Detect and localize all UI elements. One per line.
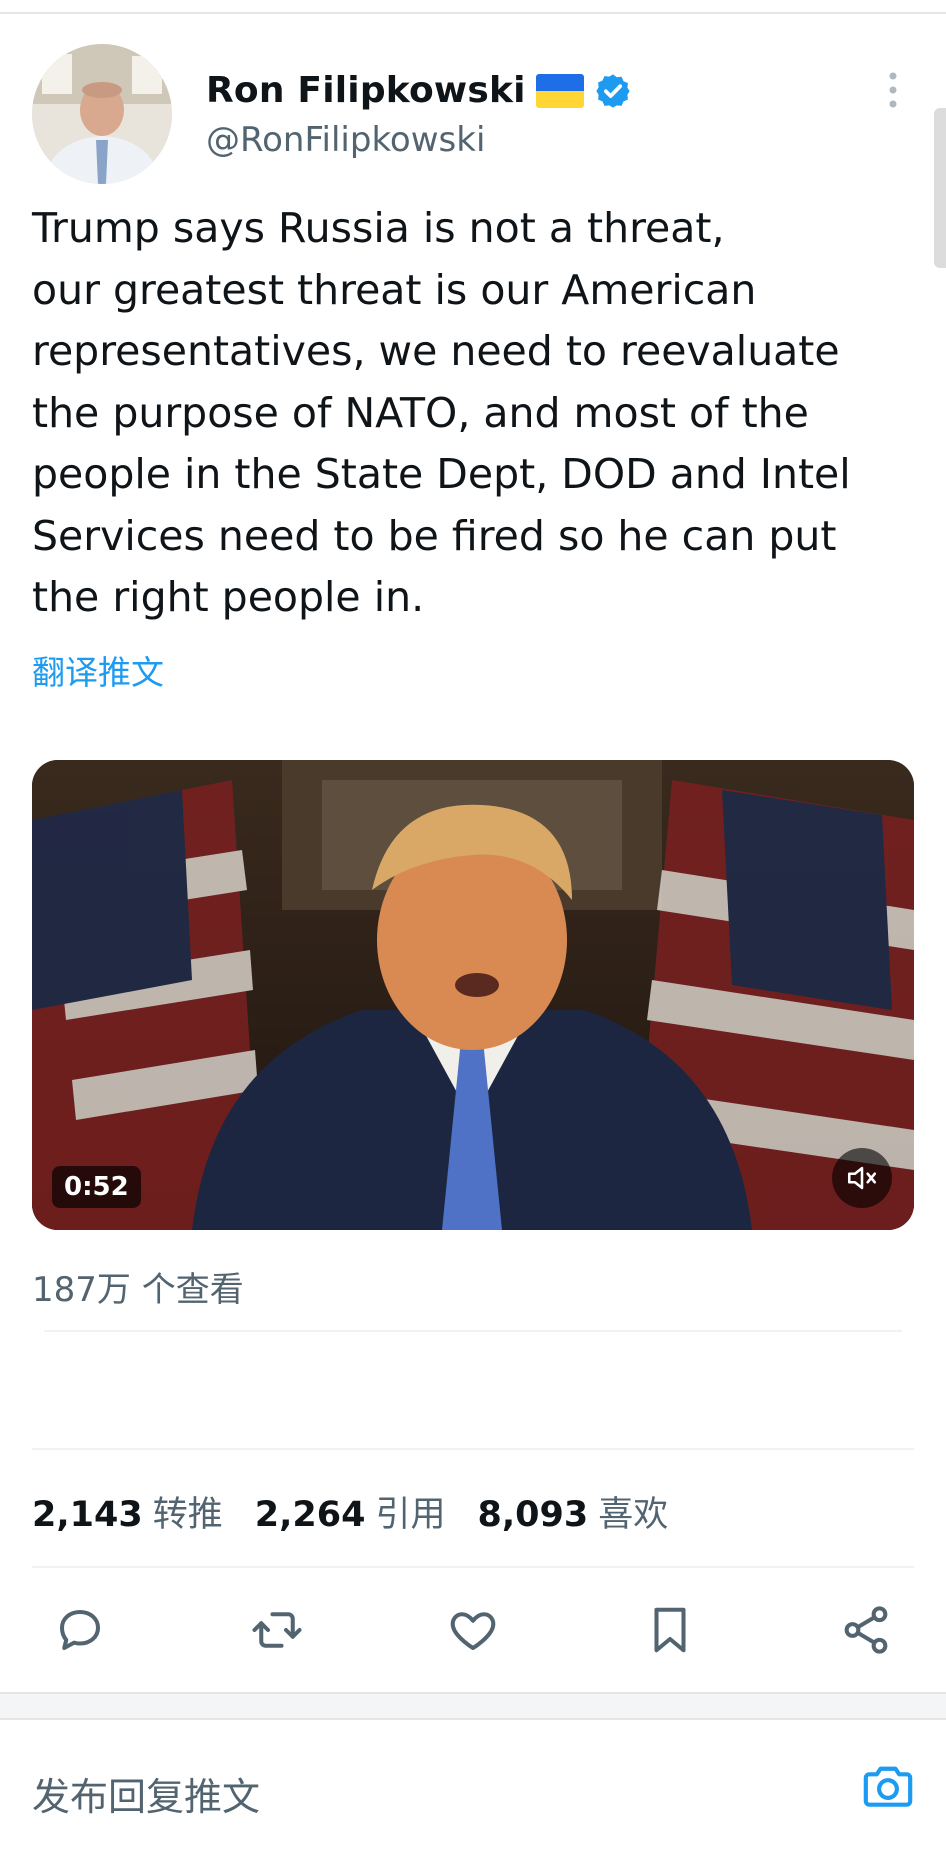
quotes-label: 引用 bbox=[375, 1495, 446, 1535]
likes-count: 8,093 bbox=[477, 1495, 589, 1535]
section-separator bbox=[0, 1692, 946, 1720]
engagement-stats: 2,143 转推 2,264 引用 8,093 喜欢 bbox=[32, 1486, 668, 1537]
divider bbox=[32, 1566, 914, 1568]
camera-icon[interactable] bbox=[860, 1758, 916, 1814]
retweets-label: 转推 bbox=[152, 1495, 223, 1535]
divider bbox=[32, 1448, 914, 1450]
retweets-count: 2,143 bbox=[32, 1495, 143, 1535]
muted-speaker-icon bbox=[847, 1166, 877, 1190]
view-count: 187万 个查看 bbox=[32, 1270, 244, 1310]
tweet-text: Trump says Russia is not a threat, our g… bbox=[32, 204, 851, 621]
likes-label: 喜欢 bbox=[598, 1495, 669, 1535]
scrollbar-thumb[interactable] bbox=[934, 108, 946, 268]
divider bbox=[44, 1330, 902, 1332]
avatar-image bbox=[32, 44, 172, 184]
bookmark-icon bbox=[653, 1607, 686, 1653]
top-divider bbox=[0, 12, 946, 14]
more-options-icon[interactable] bbox=[886, 70, 900, 110]
action-bar bbox=[50, 1600, 896, 1660]
reply-icon bbox=[59, 1609, 101, 1651]
retweets-stat[interactable]: 2,143 转推 bbox=[32, 1486, 223, 1537]
quotes-count: 2,264 bbox=[254, 1495, 366, 1535]
ukraine-flag-icon bbox=[535, 73, 584, 108]
translate-tweet-link[interactable]: 翻译推文 bbox=[32, 646, 164, 694]
avatar[interactable] bbox=[32, 44, 172, 184]
verified-badge-icon bbox=[596, 73, 630, 108]
like-button[interactable] bbox=[443, 1600, 503, 1660]
reply-button[interactable] bbox=[50, 1600, 110, 1660]
likes-stat[interactable]: 8,093 喜欢 bbox=[477, 1486, 668, 1537]
retweet-button[interactable] bbox=[247, 1600, 307, 1660]
tweet-detail-page: Ron Filipkowski @RonFilipkowski Trump sa… bbox=[0, 0, 946, 1849]
author-name-row[interactable]: Ron Filipkowski bbox=[206, 70, 632, 111]
author-name[interactable]: Ron Filipkowski bbox=[206, 70, 526, 111]
reply-input-placeholder[interactable]: 发布回复推文 bbox=[32, 1766, 260, 1821]
video-player[interactable]: 0:52 bbox=[32, 760, 914, 1230]
reply-composer[interactable]: 发布回复推文 bbox=[0, 1718, 946, 1849]
author-handle[interactable]: @RonFilipkowski bbox=[206, 120, 485, 160]
bookmark-button[interactable] bbox=[640, 1600, 700, 1660]
like-icon bbox=[450, 1612, 496, 1651]
mute-button[interactable] bbox=[832, 1148, 892, 1208]
retweet-icon bbox=[251, 1612, 302, 1648]
quotes-stat[interactable]: 2,264 引用 bbox=[255, 1486, 446, 1537]
video-thumbnail bbox=[32, 760, 914, 1230]
video-duration: 0:52 bbox=[52, 1166, 141, 1208]
share-button[interactable] bbox=[836, 1600, 896, 1660]
share-icon bbox=[844, 1606, 888, 1654]
